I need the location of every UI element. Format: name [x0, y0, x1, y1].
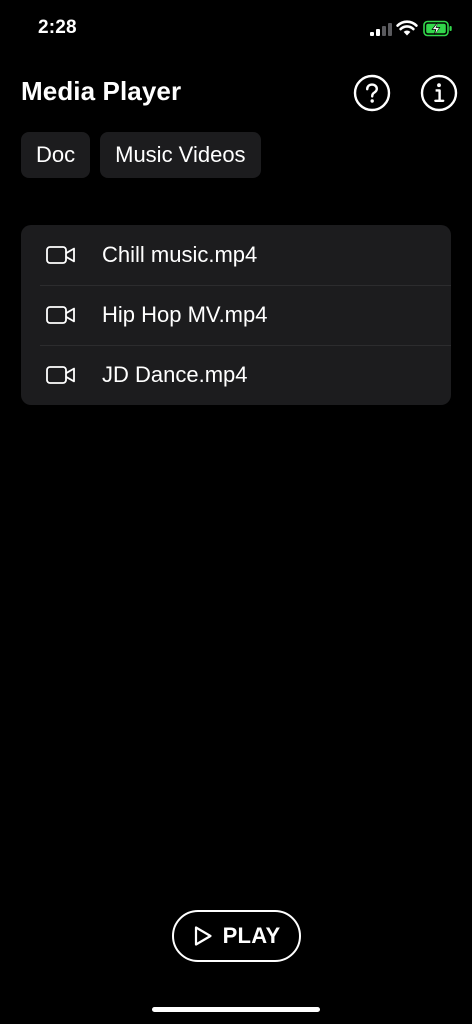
- battery-charging-icon: [423, 20, 452, 37]
- status-bar: 2:28: [0, 0, 472, 58]
- wifi-icon: [396, 20, 418, 36]
- play-button-label: PLAY: [222, 923, 281, 948]
- video-camera-icon: [46, 306, 75, 324]
- file-name: JD Dance.mp4: [102, 362, 248, 387]
- video-camera-icon: [46, 366, 75, 384]
- file-name: Chill music.mp4: [102, 242, 258, 267]
- cellular-signal-icon: [370, 22, 392, 36]
- page-title: Media Player: [21, 76, 182, 106]
- info-button[interactable]: [420, 74, 458, 112]
- category-chips: Doc Music Videos: [21, 132, 261, 178]
- file-name: Hip Hop MV.mp4: [102, 302, 268, 327]
- play-button[interactable]: PLAY: [172, 910, 301, 962]
- chip-doc[interactable]: Doc: [21, 132, 91, 178]
- file-row[interactable]: JD Dance.mp4: [21, 345, 451, 405]
- play-icon: [194, 926, 212, 946]
- file-row[interactable]: Hip Hop MV.mp4: [21, 285, 451, 345]
- file-list: Chill music.mp4 Hip Hop MV.mp4 JD Dance.…: [21, 225, 451, 405]
- chip-music-videos[interactable]: Music Videos: [100, 132, 261, 178]
- video-camera-icon: [46, 246, 75, 264]
- info-circle-icon: [420, 74, 458, 112]
- help-button[interactable]: [353, 74, 391, 112]
- question-circle-icon: [353, 74, 391, 112]
- file-row[interactable]: Chill music.mp4: [21, 225, 451, 285]
- home-indicator[interactable]: [152, 1007, 320, 1012]
- status-time: 2:28: [38, 17, 77, 38]
